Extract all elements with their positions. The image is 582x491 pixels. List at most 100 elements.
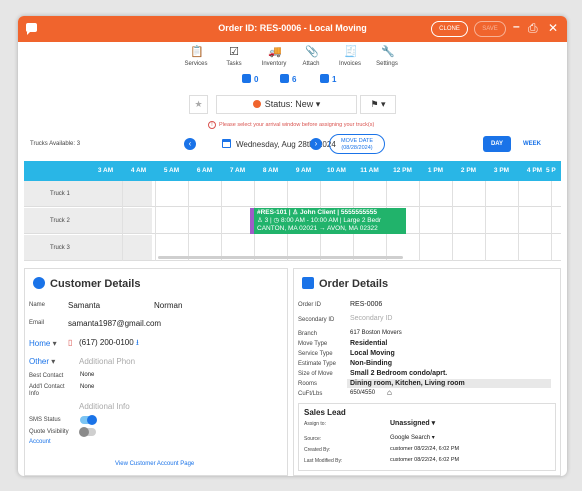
chart-count[interactable]: 0: [242, 74, 258, 84]
title-bar: Order ID: RES-0006 - Local Moving CLONE …: [18, 16, 567, 42]
week-view-button[interactable]: WEEK: [518, 136, 546, 152]
hour-label: 10 AM: [327, 167, 346, 174]
first-name-field[interactable]: Samanta: [68, 301, 100, 310]
chevron-down-icon: ▾: [431, 435, 435, 441]
hour-label: 7 AM: [229, 167, 246, 174]
order-heading: Order Details: [302, 277, 388, 290]
day-view-button[interactable]: DAY: [483, 136, 511, 152]
phone-type-select[interactable]: Home ▾: [29, 339, 57, 348]
hour-label: 1 PM: [427, 167, 444, 174]
hour-header: 3 AM 4 AM 5 AM 6 AM 7 AM 8 AM 9 AM 10 AM…: [24, 161, 561, 181]
user-icon: [33, 277, 45, 289]
branch-value[interactable]: 617 Boston Movers: [350, 330, 402, 336]
timeline-scrollbar[interactable]: [158, 256, 403, 259]
additional-phone-field[interactable]: Additional Phon: [79, 357, 135, 366]
home-icon[interactable]: ⌂: [387, 388, 392, 397]
other-phone-select[interactable]: Other ▾: [29, 357, 55, 366]
add-contact-value[interactable]: None: [80, 384, 94, 390]
account-link[interactable]: Account: [29, 439, 51, 445]
assign-to-dropdown[interactable]: Unassigned ▾: [390, 419, 435, 427]
calendar-icon: [280, 74, 289, 83]
rooms-value[interactable]: Dining room, Kitchen, Living room: [347, 379, 551, 388]
tool-tasks[interactable]: ☑ Tasks: [214, 46, 254, 67]
best-contact-value[interactable]: None: [80, 372, 94, 378]
hour-label: 6 AM: [196, 167, 213, 174]
chevron-down-icon: ▾: [315, 99, 321, 109]
move-date-button[interactable]: MOVE DATE (08/28/2024): [329, 134, 385, 154]
hour-label: 11 AM: [360, 167, 379, 174]
alert-icon: !: [208, 121, 216, 129]
next-day-button[interactable]: ›: [310, 138, 322, 150]
hour-label: 8 AM: [262, 167, 279, 174]
clone-button[interactable]: CLONE: [431, 21, 468, 37]
last-modified-value: customer 08/22/24, 6:02 PM: [390, 457, 460, 463]
chevron-down-icon: ▾: [52, 339, 57, 348]
order-id-value: RES-0006: [350, 301, 383, 308]
phone-field[interactable]: (617) 200-0100: [79, 338, 134, 347]
sms-toggle[interactable]: [80, 415, 97, 425]
truck-label: Truck 3: [24, 235, 152, 260]
paperclip-icon: 📎: [305, 46, 319, 58]
calendar-icon: [222, 139, 231, 148]
hour-label: 2 PM: [460, 167, 477, 174]
truck-label: Truck 2: [24, 208, 152, 233]
grid-line: [419, 181, 420, 261]
move-type-value[interactable]: Residential: [350, 340, 387, 347]
quote-visibility-toggle[interactable]: [79, 427, 96, 437]
secondary-id-field[interactable]: Secondary ID: [350, 315, 392, 322]
grid-line: [485, 181, 486, 261]
created-by-value: customer 08/22/24, 6:02 PM: [390, 446, 460, 452]
grid-line: [155, 181, 156, 261]
order-window: Order ID: RES-0006 - Local Moving CLONE …: [18, 16, 567, 476]
tool-settings[interactable]: 🔧 Settings: [367, 46, 407, 67]
prev-day-button[interactable]: ‹: [184, 138, 196, 150]
chevron-down-icon: ▾: [381, 99, 386, 109]
hour-label: 12 PM: [393, 167, 412, 174]
hour-label: 5 AM: [163, 167, 180, 174]
tool-inventory[interactable]: 🚚 Inventory: [254, 46, 294, 67]
cuft-lbs-value[interactable]: 650/4550: [350, 390, 375, 396]
service-type-value[interactable]: Local Moving: [350, 350, 395, 357]
clipboard-icon: 📋: [190, 46, 204, 58]
wrench-icon: 🔧: [381, 46, 395, 58]
tool-services[interactable]: 📋 Services: [176, 46, 216, 67]
star-icon: ★: [194, 99, 203, 109]
upload-icon[interactable]: ⭳: [136, 337, 139, 351]
source-dropdown[interactable]: Google Search ▾: [390, 434, 435, 441]
close-icon[interactable]: ✕: [548, 21, 558, 35]
counts-row: 0 6 1: [18, 74, 567, 88]
message-count[interactable]: 1: [320, 74, 336, 84]
message-icon: [320, 74, 329, 83]
grid-line: [188, 181, 189, 261]
star-button[interactable]: ★: [189, 95, 208, 114]
order-details-panel: Order Details Order ID RES-0006 Secondar…: [293, 268, 561, 476]
grid-line: [122, 181, 123, 261]
sales-lead-box: Sales Lead Assign to: Unassigned ▾ Sourc…: [298, 403, 556, 471]
email-field[interactable]: samanta1987@gmail.com: [68, 319, 161, 328]
print-icon[interactable]: ⎙: [528, 21, 538, 36]
minimize-icon[interactable]: –: [513, 19, 520, 33]
estimate-type-value[interactable]: Non-Binding: [350, 360, 392, 367]
tool-attach[interactable]: 📎 Attach: [291, 46, 331, 67]
hour-label: 9 AM: [295, 167, 312, 174]
grid-line: [551, 181, 552, 261]
truck-icon: 🚚: [268, 46, 282, 58]
job-block[interactable]: #RES-101 | ♙ John Client | 5555555555 ♙ …: [250, 208, 406, 234]
hour-label: 3 AM: [97, 167, 114, 174]
flag-dropdown[interactable]: ⚑ ▾: [360, 95, 396, 114]
truck-timeline: 3 AM 4 AM 5 AM 6 AM 7 AM 8 AM 9 AM 10 AM…: [24, 161, 561, 261]
status-dot-icon: [252, 100, 261, 108]
last-name-field[interactable]: Norman: [154, 301, 182, 310]
tool-invoices[interactable]: 🧾 Invoices: [330, 46, 370, 67]
additional-info-field[interactable]: Additional Info: [79, 402, 130, 411]
phone-icon: ▯: [68, 338, 73, 347]
view-customer-account-link[interactable]: View Customer Account Page: [115, 461, 194, 467]
calendar-count[interactable]: 6: [280, 74, 296, 84]
document-icon: [302, 277, 314, 289]
hour-label: 4 AM: [130, 167, 147, 174]
save-button[interactable]: SAVE: [474, 21, 506, 37]
size-of-move-value[interactable]: Small 2 Bedroom condo/aprt.: [350, 370, 447, 377]
truck-row[interactable]: Truck 1: [24, 181, 561, 207]
status-dropdown[interactable]: Status: New ▾: [216, 95, 357, 114]
chevron-down-icon: ▾: [431, 420, 436, 427]
